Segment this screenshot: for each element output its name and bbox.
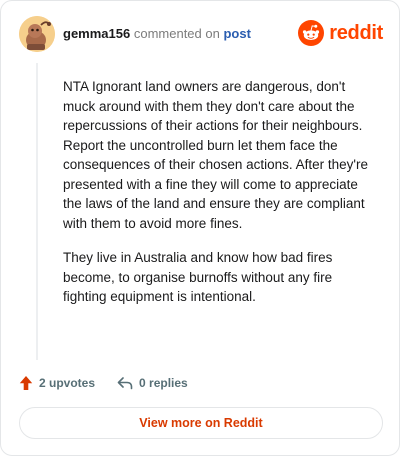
- reddit-logo-icon: [298, 20, 325, 46]
- reddit-brand[interactable]: reddit: [298, 18, 383, 48]
- avatar-icon: [19, 16, 55, 52]
- replies-count: 0 replies: [139, 376, 188, 390]
- comment-embed-card: gemma156 commented on post reddit NTA Ig…: [0, 0, 400, 456]
- comment-header: gemma156 commented on post reddit: [19, 16, 383, 52]
- comment-body: NTA Ignorant land owners are dangerous, …: [63, 77, 379, 322]
- view-more-button[interactable]: View more on Reddit: [19, 407, 383, 439]
- upvote-button[interactable]: 2 upvotes: [19, 375, 95, 391]
- reply-arrow-icon: [117, 377, 133, 390]
- replies-button[interactable]: 0 replies: [117, 376, 188, 390]
- upvotes-count: 2 upvotes: [39, 376, 96, 390]
- post-link[interactable]: post: [223, 26, 250, 41]
- upvote-arrow-icon: [19, 376, 33, 390]
- avatar[interactable]: [19, 16, 55, 52]
- comment-meta: gemma156 commented on post: [63, 26, 251, 41]
- comment-paragraph: They live in Australia and know how bad …: [63, 250, 333, 304]
- thread-line: [36, 63, 38, 360]
- username[interactable]: gemma156: [63, 26, 130, 41]
- comment-actions: 2 upvotes 0 replies: [19, 373, 210, 393]
- comment-action-text: commented on: [133, 26, 220, 41]
- reddit-wordmark: reddit: [329, 21, 383, 44]
- comment-paragraph: NTA Ignorant land owners are dangerous, …: [63, 79, 369, 231]
